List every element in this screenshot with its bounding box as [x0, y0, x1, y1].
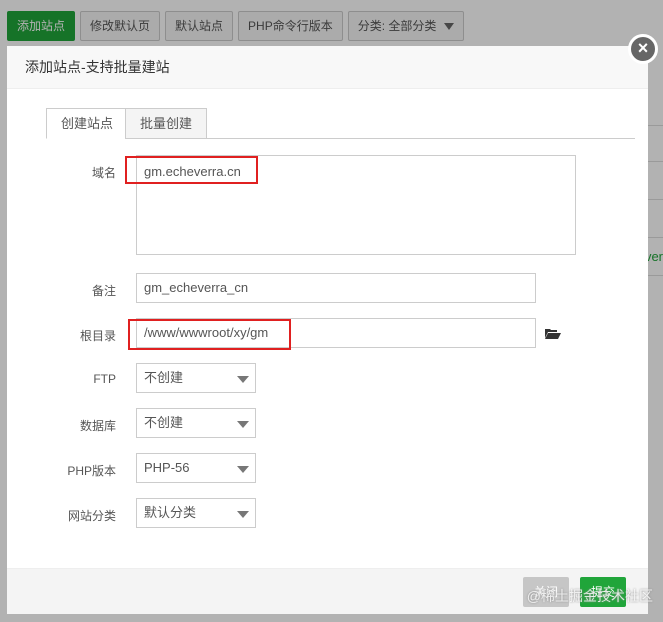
ftp-value: 不创建 — [144, 370, 184, 385]
site-category-label: 网站分类 — [67, 509, 116, 523]
php-version-value: PHP-56 — [144, 460, 190, 475]
database-value: 不创建 — [144, 415, 184, 430]
tab-create-site[interactable]: 创建站点 — [46, 108, 129, 139]
site-category-select[interactable]: 默认分类 — [136, 498, 256, 528]
add-site-dialog: 添加站点-支持批量建站 创建站点 批量创建 域名 gm.echeverra.cn… — [7, 46, 648, 614]
folder-open-icon[interactable] — [545, 327, 561, 339]
root-dir-label: 根目录 — [79, 329, 116, 343]
ftp-select[interactable]: 不创建 — [136, 363, 256, 393]
highlight-box — [128, 319, 291, 350]
chevron-down-icon — [237, 466, 249, 473]
highlight-box — [125, 156, 258, 184]
tab-batch-create[interactable]: 批量创建 — [125, 108, 208, 139]
remark-input[interactable]: gm_echeverra_cn — [136, 273, 536, 303]
php-version-label: PHP版本 — [67, 464, 116, 478]
chevron-down-icon — [237, 421, 249, 428]
dialog-title: 添加站点-支持批量建站 — [7, 46, 648, 89]
chevron-down-icon — [237, 511, 249, 518]
php-version-select[interactable]: PHP-56 — [136, 453, 256, 483]
watermark: @稀土掘金技术社区 — [526, 588, 653, 604]
ftp-label: FTP — [93, 372, 116, 386]
database-select[interactable]: 不创建 — [136, 408, 256, 438]
tab-bar: 创建站点 批量创建 — [46, 108, 635, 139]
site-category-value: 默认分类 — [144, 505, 197, 520]
domain-label: 域名 — [91, 166, 116, 180]
chevron-down-icon — [237, 376, 249, 383]
database-label: 数据库 — [79, 419, 116, 433]
close-icon[interactable]: × — [628, 34, 658, 64]
remark-label: 备注 — [91, 284, 116, 298]
